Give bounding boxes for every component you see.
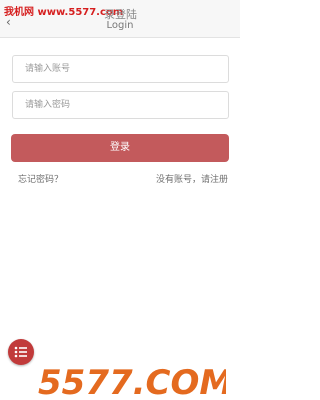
top-bar: ‹ 我机网 www.5577.com 录登陆 Login [0,0,240,38]
password-input[interactable] [13,92,228,118]
account-input[interactable] [13,56,228,82]
watermark-text: 5577.COM [38,363,226,400]
password-field[interactable] [12,91,229,119]
register-link[interactable]: 没有账号，请注册 [156,172,228,185]
list-icon [14,346,27,358]
login-button[interactable]: 登录 [11,134,229,162]
bottom-watermark: 5577.COM 5577.COM [36,360,226,400]
account-field[interactable] [12,55,229,83]
forgot-password-link[interactable]: 忘记密码？ [18,172,63,185]
menu-button[interactable] [8,339,34,365]
page-subtitle: Login [106,20,134,31]
